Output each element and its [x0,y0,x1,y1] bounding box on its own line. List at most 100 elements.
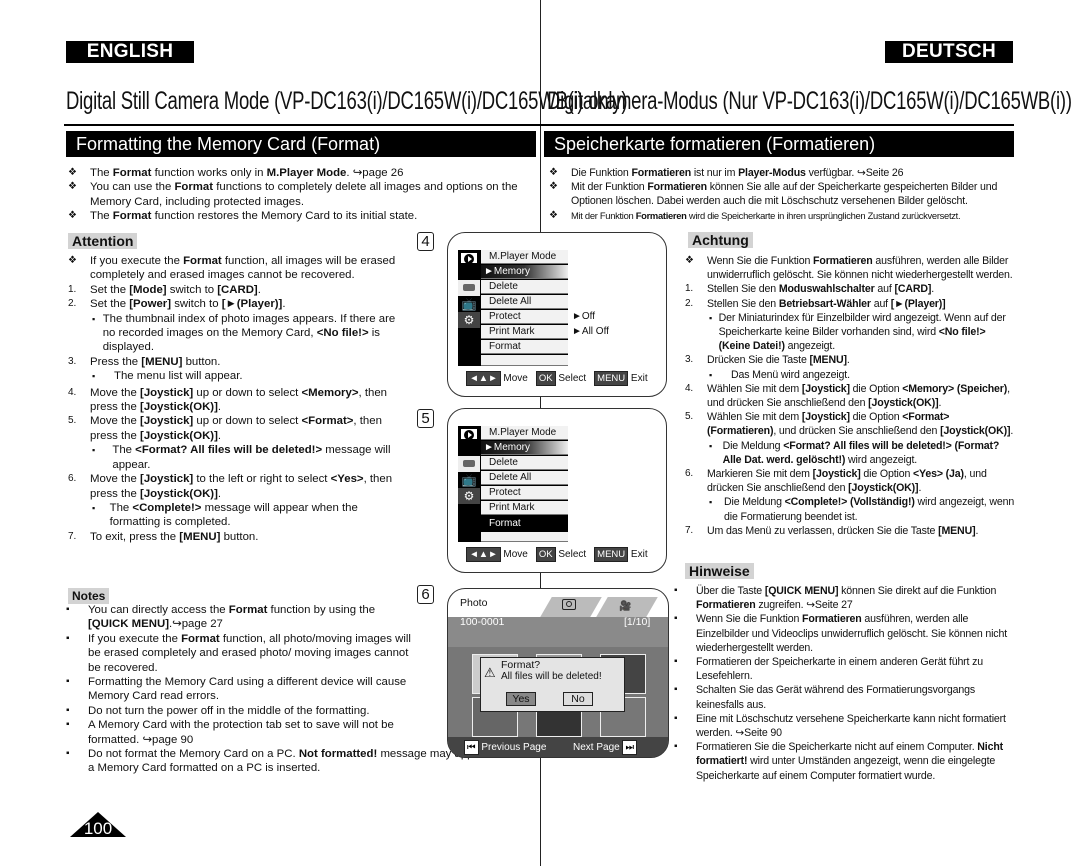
text-run: The [90,167,113,179]
note-item-text: Über die Taste [QUICK MENU] können Sie d… [696,584,1019,612]
next-page-button[interactable]: Next Page ⏭ [573,740,638,755]
bold-term: [Power] [129,298,172,311]
step-item-marker: 5. [685,411,694,423]
step-item-text: Set the [Power] switch to [►(Player)]. [90,297,408,311]
text-run: verfügbar. ↪Seite 26 [805,167,904,179]
text-run: Formatieren Sie die Speicherkarte nicht … [696,741,978,754]
note-item-marker: ▪ [674,613,678,625]
text-run: Formatting the Memory Card using a diffe… [88,676,407,703]
menu-panel: M.Player Mode ►Memory 📺 ⚙ Delete Delete … [458,250,568,366]
note-item-marker: ▪ [66,632,70,644]
step-item-marker: 4. [685,382,694,394]
hint-exit: Exit [630,373,648,384]
step-subitem-text: Der Miniaturindex für Einzelbilder wird … [719,311,1015,354]
skip-back-icon: ⏮ [464,740,479,755]
note-item-text: Eine mit Löschschutz versehene Speicherk… [696,712,1019,740]
text-run: wird angezeigt. [845,453,918,466]
menu-item-delete[interactable]: Delete [481,280,568,294]
text-run: Die Funktion [571,167,632,179]
note-item-text: Formatieren Sie die Speicherkarte nicht … [696,740,1019,783]
player-mode-icon [459,427,479,441]
file-id: 100-0001 [460,616,505,628]
menu-item-delete[interactable]: Delete [481,456,568,470]
text-run: . [846,354,850,367]
bold-term: Formatieren [647,181,707,194]
bold-term: [QUICK MENU] [764,585,839,597]
step-item-marker: 2. [685,297,694,309]
menu-item-print-mark[interactable]: Print Mark [481,325,568,339]
step-item-marker: 6. [685,468,694,480]
note-item-marker: ▪ [66,748,70,760]
joystick-icon: ◄▲► [466,547,501,562]
note-item: ▪ Eine mit Löschschutz versehene Speicher… [674,712,1019,740]
step-item: 1. Stellen Sie den Moduswahlschalter auf … [685,282,1015,296]
text-run: Press the [90,355,142,368]
text-run: The [112,444,136,457]
menu-item-protect[interactable]: Protect [481,310,568,324]
step-subitem: ▪ Der Miniaturindex für Einzelbilder wird… [707,311,1015,354]
note-item-marker: ▪ [66,676,70,688]
bold-term: Player-Modus [738,167,806,179]
step-item-text: Move the [Joystick] up or down to select… [90,414,408,443]
menu-item-protect[interactable]: Protect [481,486,568,500]
bold-term: Format [183,255,222,267]
menu-item-format-selected[interactable]: Format [481,516,568,532]
text-run: If you execute the [90,255,184,267]
previous-page-button[interactable]: ⏮ Previous Page [464,740,546,755]
step-item-text: Stellen Sie den Moduswahlschalter auf [C… [707,282,1015,296]
step-item: 3. Drücken Sie die Taste [MENU]. [685,353,1015,367]
menu-memory[interactable]: ►Memory [481,441,568,455]
menu-hint-bar: ◄▲► Move OK Select MENU Exit [448,371,666,386]
step-subitem: ▪ The menu list will appear. [90,369,408,383]
gear-icon: ⚙ [458,488,480,504]
step-item: 2. Stellen Sie den Betriebsart-Wähler auf… [685,297,1015,311]
hint-exit: Exit [630,549,648,560]
menu-screen-4: M.Player Mode ►Memory 📺 ⚙ Delete Delete … [447,232,667,397]
text-run: zugreifen. ↪Seite 27 [755,599,853,612]
text-run: , und drücken Sie anschließend den [773,425,941,438]
step-subitem: ▪ The thumbnail index of photo images app… [90,312,408,355]
step-subitem-text: The <Complete!> message will appear when… [110,501,408,530]
no-button[interactable]: No [563,692,593,706]
text-run: ist nur im [691,167,739,179]
text-run: Stellen Sie den [707,297,779,310]
bold-term: [Joystick(OK)] [848,482,919,495]
menu-title: M.Player Mode [481,250,568,264]
text-run: die Option [849,382,903,395]
bold-term: [►(Player)] [221,298,283,311]
text-run: Move the [90,473,141,486]
skip-forward-icon: ⏭ [622,740,638,755]
warning-icon: ⚠ [484,665,496,680]
attention-item-text: Wenn Sie die Funktion Formatieren ausfüh… [707,254,1015,282]
text-run: switch to [166,283,218,296]
menu-item-format[interactable]: Format [481,340,568,354]
note-item-marker: ▪ [674,741,678,753]
note-item-text: Do not format the Memory Card on a PC. N… [88,747,506,776]
step-item: 1. Set the [Mode] switch to [CARD]. [68,283,408,297]
attention-label: Attention [68,233,138,249]
menu-memory[interactable]: ►Memory [481,265,568,279]
step-subitem-text: The menu list will appear. [114,369,243,383]
menu-item-delete-all[interactable]: Delete All [481,471,568,485]
bold-term: [MENU] [938,524,976,537]
text-run: angezeigt. [784,340,836,353]
step-item: 6. Markieren Sie mit dem [Joystick] die O… [685,467,1015,495]
bold-term: [MENU] [141,355,183,368]
title-rule-de [540,124,1014,126]
step-item-text: Move the [Joystick] to the left or right… [90,472,408,501]
bold-term: Betriebsart-Wähler [778,297,871,310]
format-dialog: ⚠ Format? All files will be deleted! Yes… [480,657,625,712]
menu-item-print-mark[interactable]: Print Mark [481,501,568,515]
menu-item-delete-all[interactable]: Delete All [481,295,568,309]
yes-button[interactable]: Yes [506,692,536,706]
text-run: .↪page 27 [169,618,223,631]
text-run: button. [220,530,259,543]
bold-term: <Format> [301,415,354,428]
text-run: auf [870,297,891,310]
step-item-marker: 3. [68,355,77,367]
intro-list-en: ❖ The Format function works only in M.Pla… [68,166,538,224]
intro-item-text: The Format function works only in M.Play… [90,166,538,180]
note-item-text: A Memory Card with the protection tab se… [88,718,416,747]
intro-item: ❖ Mit der Funktion Formatieren wird die S… [549,209,1019,223]
text-run: You can use the [90,181,175,194]
